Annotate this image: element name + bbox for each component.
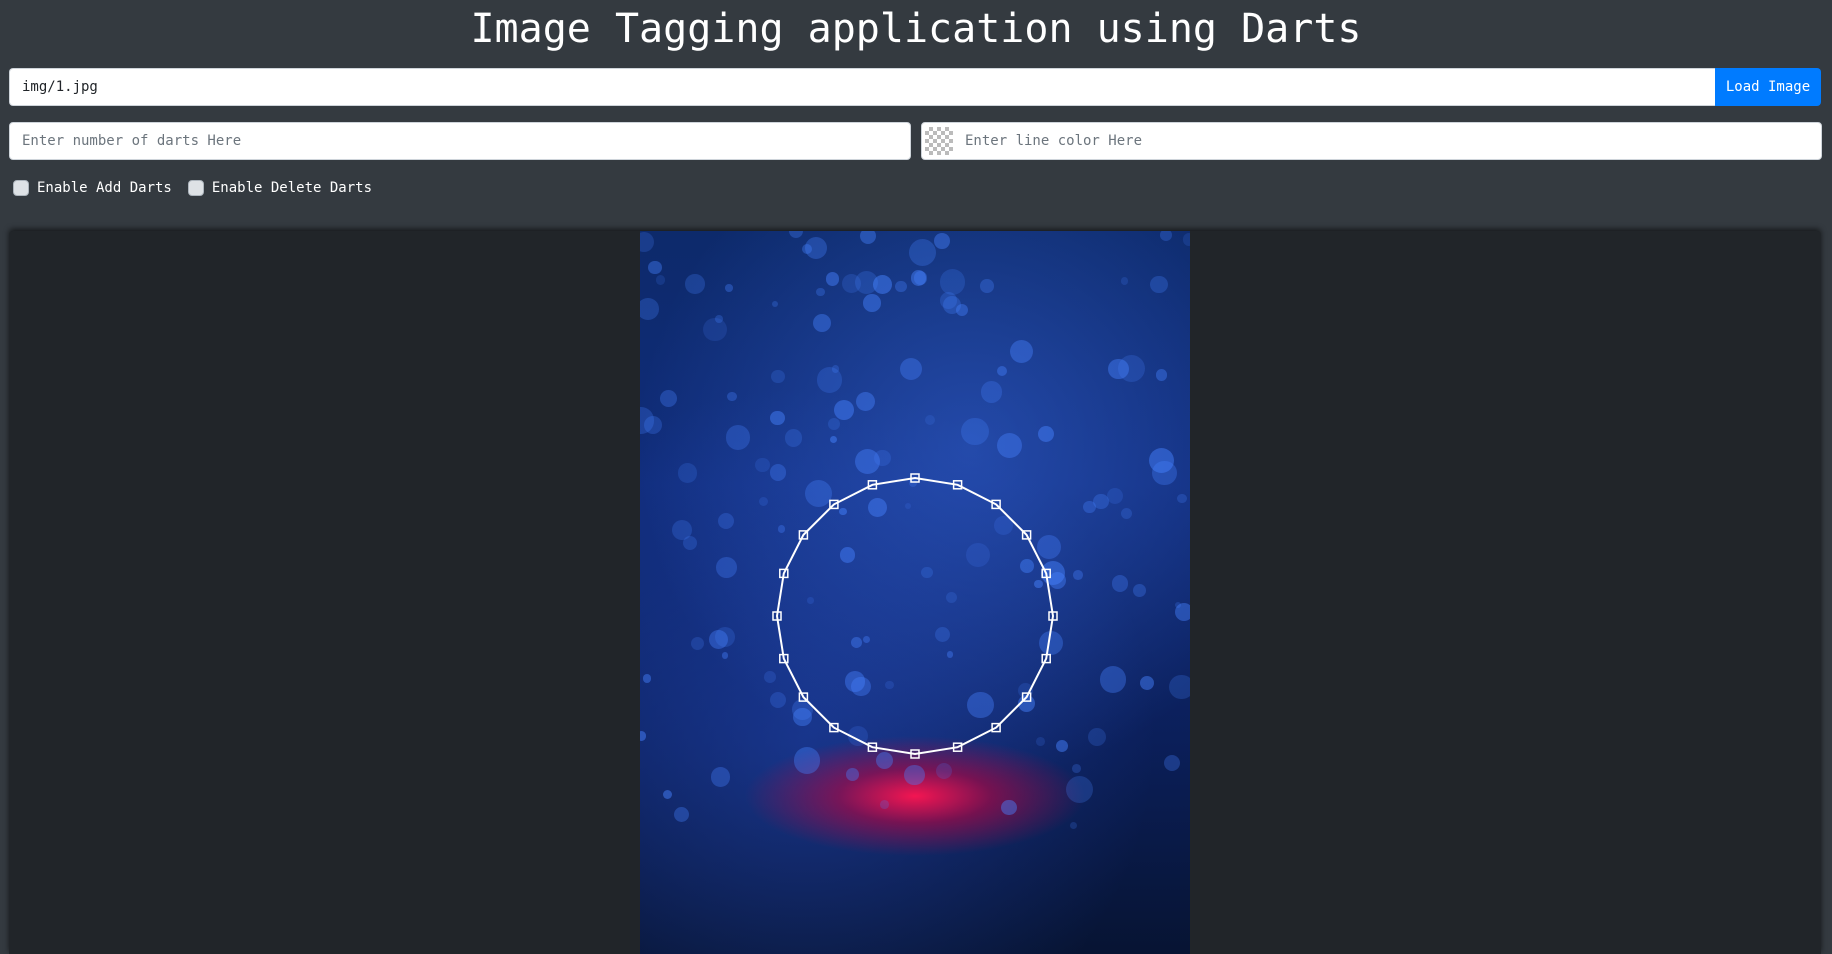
line-color-field [921,122,1822,160]
transparent-swatch-icon[interactable] [925,127,953,155]
load-image-button[interactable]: Load Image [1715,68,1821,106]
line-color-input[interactable] [953,124,1821,158]
image-path-input[interactable] [9,68,1715,106]
loaded-image[interactable] [640,231,1190,954]
page-title: Image Tagging application using Darts [470,6,1362,52]
dart-outline [775,476,1055,756]
enable-add-darts-label: Enable Add Darts [37,180,172,196]
image-loader-group: Load Image [9,68,1821,106]
enable-add-darts-checkbox[interactable]: Enable Add Darts [13,180,172,196]
dart-options: Enable Add Darts Enable Delete Darts [13,177,388,199]
enable-delete-darts-checkbox[interactable]: Enable Delete Darts [187,180,373,196]
dart-count-input[interactable] [9,122,911,160]
dart-polygon-overlay[interactable] [640,231,1190,954]
checkbox-box[interactable] [187,180,204,196]
enable-delete-darts-label: Enable Delete Darts [211,180,373,196]
checkbox-box[interactable] [13,180,29,196]
image-canvas-area[interactable] [9,231,1821,954]
